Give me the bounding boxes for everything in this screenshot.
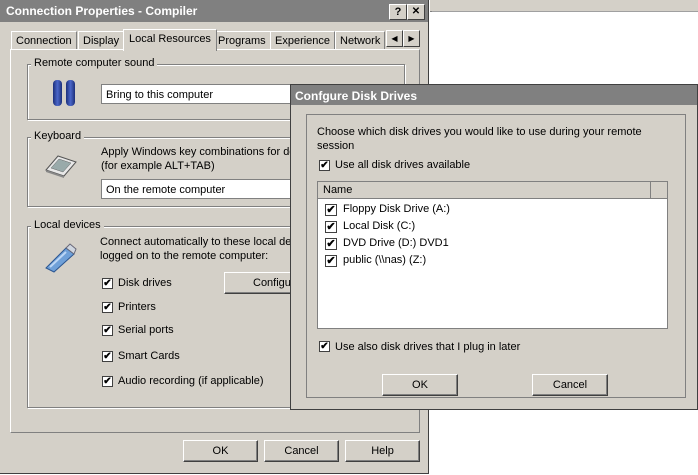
keyboard-label: Keyboard xyxy=(31,130,85,142)
serial-ports-checkbox[interactable]: ✔ xyxy=(102,325,113,336)
keyboard-description-line1: Apply Windows key combinations for de xyxy=(101,146,296,158)
plug-later-label: Use also disk drives that I plug in late… xyxy=(335,341,521,353)
remote-sound-label: Remote computer sound xyxy=(31,57,158,69)
usb-drive-icon xyxy=(42,242,78,274)
remote-sound-select[interactable]: Bring to this computer xyxy=(101,84,291,104)
use-all-drives-label: Use all disk drives available xyxy=(335,159,471,171)
tab-experience[interactable]: Experience xyxy=(270,31,336,50)
tab-network[interactable]: Network xyxy=(335,31,386,50)
tab-label: Connection xyxy=(16,35,72,47)
tab-label: Experience xyxy=(275,35,331,47)
help-title-button[interactable]: ? xyxy=(389,4,407,20)
disk-drives-label: Disk drives xyxy=(118,277,172,289)
tab-local-resources[interactable]: Local Resources xyxy=(123,29,217,51)
smart-cards-label: Smart Cards xyxy=(118,350,180,362)
drives-ok-button[interactable]: OK xyxy=(382,374,458,396)
dialog-titlebar: Connection Properties - Compiler ? ✕ xyxy=(0,0,428,22)
background-window-divider xyxy=(432,11,698,12)
audio-recording-checkbox[interactable]: ✔ xyxy=(102,376,113,387)
local-devices-description-line1: Connect automatically to these local dev xyxy=(100,236,297,248)
drives-dialog-title: Confgure Disk Drives xyxy=(295,89,418,103)
tab-display[interactable]: Display xyxy=(78,31,125,50)
column-divider xyxy=(650,182,651,198)
speaker-icon xyxy=(52,80,78,108)
configure-button[interactable]: Configu xyxy=(224,272,294,294)
tab-scroll-right-icon[interactable]: ▶ xyxy=(403,30,420,47)
tab-label: Local Resources xyxy=(129,33,211,45)
tab-connection[interactable]: Connection xyxy=(11,31,77,50)
use-all-drives-checkbox[interactable]: ✔ xyxy=(319,160,330,171)
audio-recording-label: Audio recording (if applicable) xyxy=(118,375,264,387)
drives-prompt-line2: session xyxy=(317,140,355,152)
printers-label: Printers xyxy=(118,301,156,313)
local-devices-description-line2: logged on to the remote computer: xyxy=(100,250,269,262)
keyboard-select[interactable]: On the remote computer xyxy=(101,179,291,199)
local-disk-label[interactable]: Local Disk (C:) xyxy=(343,220,415,232)
local-devices-label: Local devices xyxy=(31,219,104,231)
keyboard-description-line2: (for example ALT+TAB) xyxy=(101,160,215,172)
dvd-drive-label[interactable]: DVD Drive (D:) DVD1 xyxy=(343,237,449,249)
tab-label: Display xyxy=(83,35,120,47)
drive-list-header: Name xyxy=(318,182,667,199)
dialog-title: Connection Properties - Compiler xyxy=(6,4,198,18)
help-button[interactable]: Help xyxy=(345,440,420,462)
disk-drives-checkbox[interactable]: ✔ xyxy=(102,278,113,289)
floppy-drive-checkbox[interactable]: ✔ xyxy=(325,204,337,216)
public-nas-checkbox[interactable]: ✔ xyxy=(325,255,337,267)
serial-ports-label: Serial ports xyxy=(118,324,174,336)
public-nas-label[interactable]: public (\\nas) (Z:) xyxy=(343,254,426,266)
close-icon[interactable]: ✕ xyxy=(407,4,425,20)
ok-button[interactable]: OK xyxy=(183,440,258,462)
tab-programs[interactable]: Programs xyxy=(213,31,271,50)
smart-cards-checkbox[interactable]: ✔ xyxy=(102,351,113,362)
drives-cancel-button[interactable]: Cancel xyxy=(532,374,608,396)
tab-label: Network xyxy=(340,35,381,47)
drives-dialog-titlebar: Confgure Disk Drives xyxy=(291,85,697,105)
tab-scroll-left-icon[interactable]: ◀ xyxy=(386,30,403,47)
dvd-drive-checkbox[interactable]: ✔ xyxy=(325,238,337,250)
keyboard-icon xyxy=(44,152,78,178)
drives-prompt-line1: Choose which disk drives you would like … xyxy=(317,126,642,138)
column-name-header[interactable]: Name xyxy=(323,184,352,196)
cancel-button[interactable]: Cancel xyxy=(264,440,339,462)
plug-later-checkbox[interactable]: ✔ xyxy=(319,341,330,352)
tab-label: Programs xyxy=(218,35,266,47)
floppy-drive-label[interactable]: Floppy Disk Drive (A:) xyxy=(343,203,450,215)
drive-list: Name ✔ Floppy Disk Drive (A:) ✔ Local Di… xyxy=(317,181,668,329)
local-disk-checkbox[interactable]: ✔ xyxy=(325,221,337,233)
printers-checkbox[interactable]: ✔ xyxy=(102,302,113,313)
